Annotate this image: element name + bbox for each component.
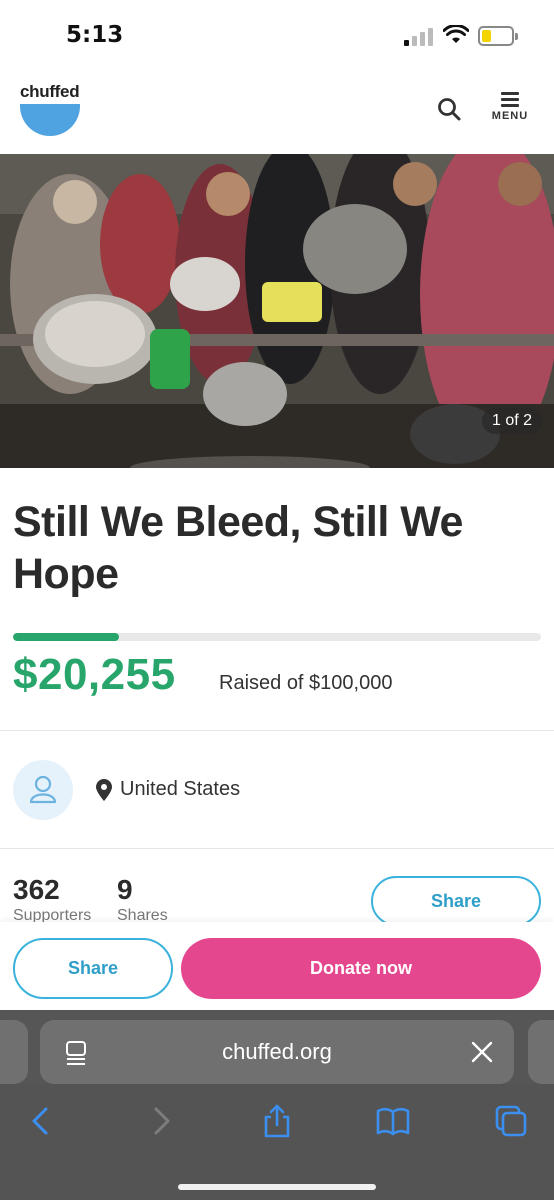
- raised-amount: $20,255: [13, 650, 176, 699]
- tabs-icon[interactable]: [494, 1104, 528, 1138]
- hero-photo: [0, 154, 554, 468]
- close-icon[interactable]: [470, 1040, 494, 1064]
- forward-arrow-icon[interactable]: [144, 1104, 178, 1138]
- wifi-icon: [443, 25, 469, 43]
- logo-text: chuffed: [20, 82, 80, 101]
- share-button-stats[interactable]: Share: [371, 876, 541, 926]
- url-text: chuffed.org: [222, 1039, 332, 1064]
- user-icon: [29, 775, 57, 804]
- back-arrow-icon[interactable]: [24, 1104, 58, 1138]
- menu-label: MENU: [491, 110, 529, 122]
- cellular-signal-icon: [404, 28, 434, 46]
- shares-stat: 9 Shares: [117, 874, 168, 926]
- share-button[interactable]: Share: [13, 938, 173, 999]
- browser-toolbar: [0, 1084, 554, 1200]
- map-pin-icon: [96, 778, 112, 801]
- divider: [0, 730, 554, 731]
- battery-icon: [478, 26, 518, 46]
- raised-goal-label: Raised of $100,000: [219, 672, 393, 694]
- next-tab-peek[interactable]: [528, 1020, 554, 1084]
- shares-count: 9: [117, 874, 133, 905]
- status-bar: 5:13: [0, 0, 554, 70]
- status-time: 5:13: [66, 22, 124, 48]
- search-icon[interactable]: [436, 96, 462, 122]
- logo-bowl-icon: [20, 104, 80, 136]
- campaign-title: Still We Bleed, Still We Hope: [13, 498, 463, 598]
- campaign-hero-image[interactable]: 1 of 2: [0, 154, 554, 468]
- image-counter: 1 of 2: [481, 408, 542, 434]
- home-indicator[interactable]: [178, 1184, 376, 1190]
- location-text: United States: [120, 778, 241, 800]
- hamburger-icon: [501, 92, 519, 107]
- supporters-count: 362: [13, 874, 60, 905]
- funding-progress-fill: [13, 633, 119, 641]
- previous-tab-peek[interactable]: [0, 1020, 28, 1084]
- menu-button[interactable]: MENU: [488, 92, 532, 132]
- bookmarks-icon[interactable]: [376, 1104, 410, 1138]
- site-header: chuffed MENU: [0, 70, 554, 154]
- organizer-avatar[interactable]: [13, 760, 73, 820]
- campaign-location: United States: [96, 778, 240, 801]
- funding-progress-bar: [13, 633, 541, 641]
- sticky-action-bar: Share Donate now: [0, 922, 554, 1010]
- chuffed-logo[interactable]: chuffed: [20, 82, 82, 136]
- donate-now-button[interactable]: Donate now: [181, 938, 541, 999]
- share-sheet-icon[interactable]: [260, 1104, 294, 1138]
- divider: [0, 848, 554, 849]
- address-bar[interactable]: chuffed.org: [40, 1020, 514, 1084]
- supporters-stat: 362 Supporters: [13, 874, 91, 926]
- browser-chrome: chuffed.org: [0, 1010, 554, 1200]
